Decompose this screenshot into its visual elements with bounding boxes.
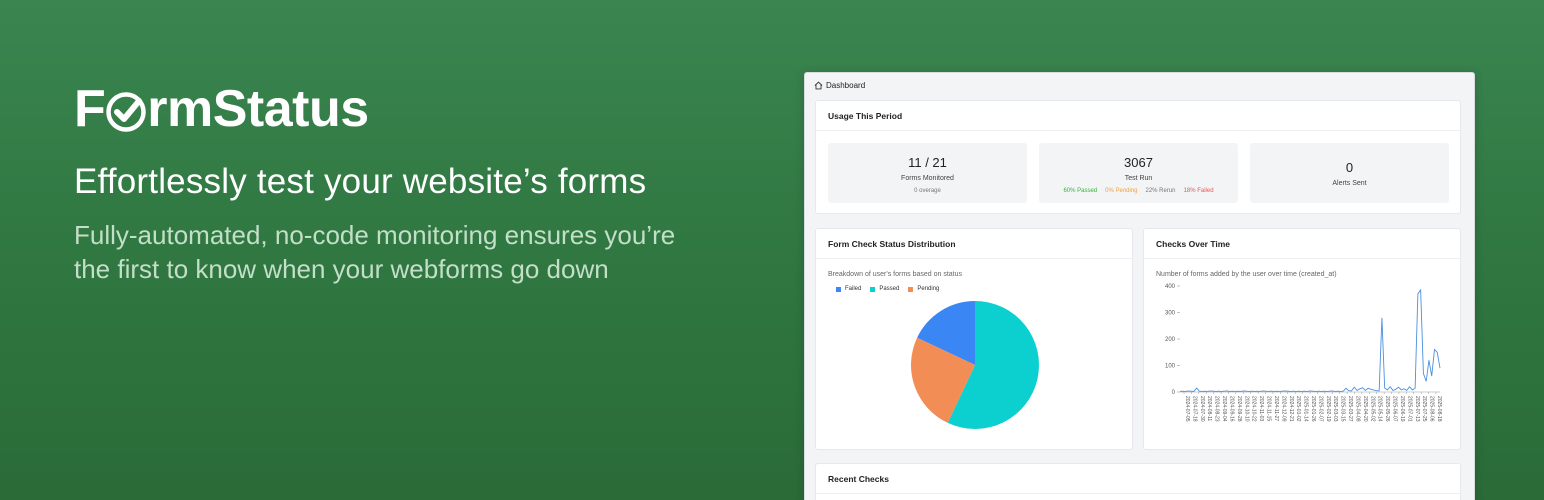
forms-monitored-value: 11 / 21 <box>908 155 947 170</box>
pending-percent: 0% Pending <box>1105 188 1138 194</box>
x-tick-label: 2025-07-01 <box>1406 396 1412 422</box>
y-tick-label: 400 <box>1165 284 1176 290</box>
x-tick-label: 2025-06-07 <box>1392 396 1398 422</box>
x-tick-label: 2025-05-02 <box>1369 396 1375 422</box>
y-tick-label: 0 <box>1172 390 1176 396</box>
home-icon <box>814 81 823 90</box>
status-distribution-title: Form Check Status Distribution <box>816 229 1132 259</box>
logo-text-end: rmStatus <box>147 80 369 138</box>
x-tick-label: 2024-11-27 <box>1273 396 1279 421</box>
hero-subtitle: Fully-automated, no-code monitoring ensu… <box>74 220 676 284</box>
x-tick-label: 2024-09-28 <box>1236 396 1242 422</box>
x-tick-label: 2025-03-27 <box>1347 396 1353 422</box>
test-run-breakdown: 60% Passed 0% Pending 22% Rerun 18% Fail… <box>1039 188 1238 194</box>
forms-monitored-stat: 11 / 21 Forms Monitored 0 overage <box>828 143 1027 203</box>
x-tick-label: 2024-09-16 <box>1228 396 1234 422</box>
status-distribution-description: Breakdown of user's forms based on statu… <box>828 271 963 278</box>
alerts-sent-label: Alerts Sent <box>1332 180 1367 187</box>
x-tick-label: 2025-01-26 <box>1310 396 1316 422</box>
failed-percent: 18% Failed <box>1183 188 1214 194</box>
legend-item-pending[interactable]: Pending <box>908 286 939 292</box>
logo-text-start: F <box>74 80 106 138</box>
overage-note: 0 overage <box>914 188 941 194</box>
status-distribution-card: Form Check Status Distribution Breakdown… <box>815 228 1133 450</box>
status-pie-chart <box>911 301 1039 429</box>
legend-item-failed[interactable]: Failed <box>836 286 861 292</box>
x-tick-label: 2024-11-15 <box>1266 396 1272 421</box>
y-tick-label: 300 <box>1165 311 1176 317</box>
x-tick-label: 2025-06-19 <box>1399 396 1405 422</box>
x-tick-label: 2025-05-14 <box>1377 396 1383 422</box>
legend-swatch-failed <box>836 286 841 292</box>
x-tick-label: 2025-04-20 <box>1362 396 1368 422</box>
x-tick-label: 2025-05-26 <box>1384 396 1390 422</box>
test-run-label: Test Run <box>1124 175 1153 182</box>
rerun-percent: 22% Rerun <box>1145 188 1176 194</box>
x-tick-label: 2024-12-21 <box>1288 396 1294 422</box>
x-tick-label: 2024-10-22 <box>1251 396 1257 422</box>
legend-swatch-passed <box>870 286 876 292</box>
x-tick-label: 2025-01-02 <box>1295 396 1301 422</box>
x-tick-label: 2024-09-04 <box>1221 396 1227 422</box>
legend-item-passed[interactable]: Passed <box>870 286 899 292</box>
legend-swatch-pending <box>908 286 914 292</box>
y-tick-label: 200 <box>1165 337 1176 343</box>
x-tick-label: 2025-02-07 <box>1317 396 1323 422</box>
check-badge-icon <box>106 92 147 132</box>
test-run-value: 3067 <box>1124 155 1153 170</box>
x-tick-label: 2025-07-25 <box>1421 396 1427 422</box>
checks-over-time-title: Checks Over Time <box>1144 229 1460 259</box>
usage-card: Usage This Period 11 / 21 Forms Monitore… <box>815 100 1461 214</box>
x-tick-label: 2025-08-18 <box>1436 396 1442 422</box>
legend-label-failed: Failed <box>845 286 862 292</box>
alerts-sent-stat: 0 Alerts Sent <box>1250 143 1449 203</box>
test-run-stat: 3067 Test Run 60% Passed 0% Pending 22% … <box>1039 143 1238 203</box>
recent-checks-title: Recent Checks <box>816 464 1460 494</box>
checks-series-line <box>1179 288 1441 392</box>
x-tick-label: 2024-07-18 <box>1191 396 1197 422</box>
x-tick-label: 2024-11-03 <box>1258 396 1264 421</box>
x-tick-label: 2024-08-23 <box>1214 396 1220 422</box>
y-tick-label: 100 <box>1165 364 1176 370</box>
forms-monitored-label: Forms Monitored <box>901 175 954 182</box>
x-tick-label: 2025-04-08 <box>1354 396 1360 422</box>
hero-title: Effortlessly test your website’s forms <box>74 162 647 201</box>
passed-percent: 60% Passed <box>1063 188 1098 194</box>
logo: F rmStatus <box>74 80 774 138</box>
pie-legend: Failed Passed Pending <box>836 286 939 292</box>
recent-checks-card: Recent Checks <box>815 463 1461 500</box>
x-tick-label: 2024-07-05 <box>1184 396 1190 422</box>
hero: F rmStatus Effortlessly test your websit… <box>74 80 774 286</box>
breadcrumb-dashboard[interactable]: Dashboard <box>826 81 865 90</box>
usage-title: Usage This Period <box>816 101 1460 131</box>
alerts-sent-value: 0 <box>1345 160 1354 175</box>
x-tick-label: 2025-03-03 <box>1332 396 1338 422</box>
x-tick-label: 2024-12-09 <box>1280 396 1286 422</box>
x-tick-label: 2024-08-11 <box>1206 396 1212 421</box>
x-tick-label: 2025-01-14 <box>1303 396 1309 422</box>
checks-line-chart: 0 100 200 300 400 2024-07-05 2024-07-18 2024-07… <box>1165 284 1442 422</box>
legend-label-pending: Pending <box>917 286 940 292</box>
x-tick-label: 2024-10-10 <box>1243 396 1249 422</box>
x-tick-label: 2025-07-13 <box>1414 396 1420 422</box>
breadcrumb[interactable]: Dashboard <box>814 81 865 90</box>
checks-over-time-card: Checks Over Time Number of forms added b… <box>1143 228 1461 450</box>
legend-label-passed: Passed <box>879 286 900 292</box>
x-tick-label: 2025-02-19 <box>1325 396 1331 422</box>
dashboard-screenshot: Dashboard Usage This Period 11 / 21 Form… <box>804 72 1475 500</box>
x-tick-label: 2024-07-30 <box>1199 396 1205 422</box>
x-tick-label: 2025-03-15 <box>1340 396 1346 422</box>
x-tick-label: 2025-08-06 <box>1429 396 1435 422</box>
